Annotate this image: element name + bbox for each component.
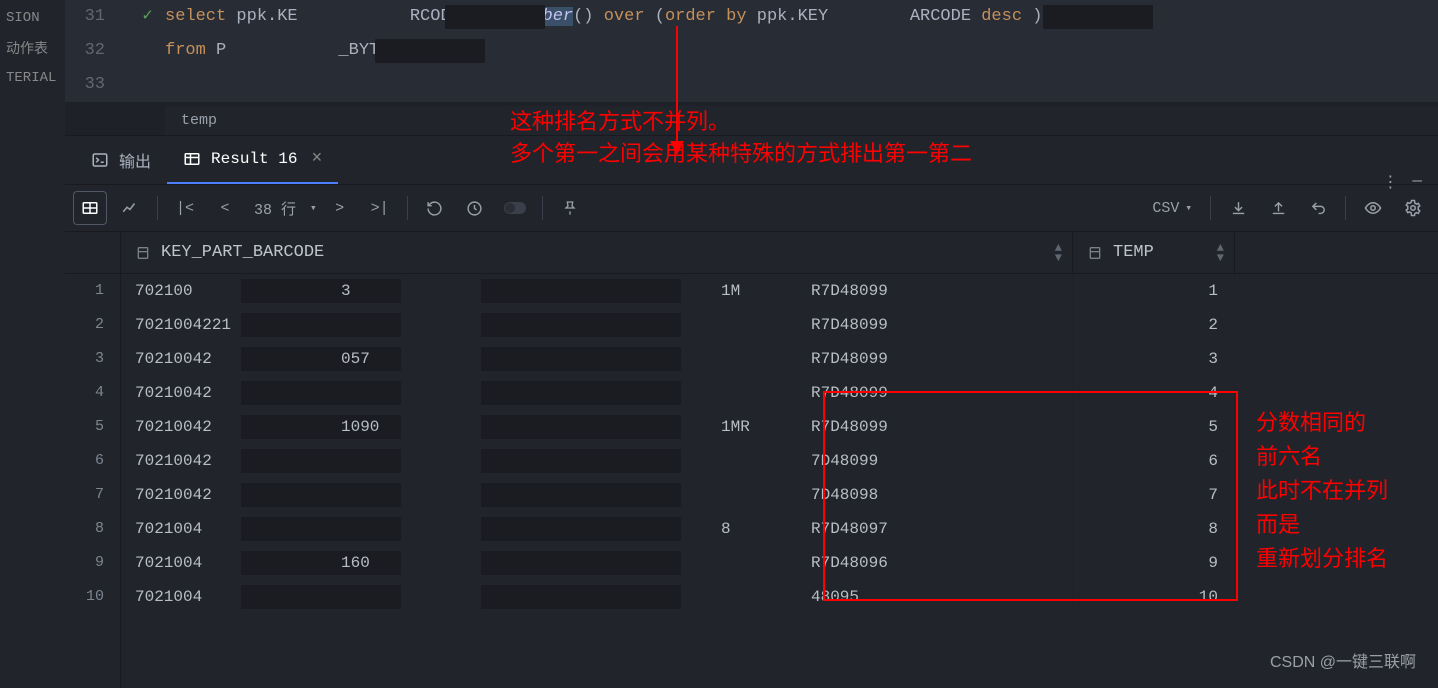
pin-icon[interactable] — [553, 191, 587, 225]
rail-item[interactable]: 动作表 — [0, 32, 65, 64]
export-csv-button[interactable]: CSV▾ — [1144, 200, 1200, 217]
table-row[interactable]: 70210031MR7D480991 — [121, 274, 1438, 308]
eye-icon[interactable] — [1356, 191, 1390, 225]
rail-item[interactable]: SION — [0, 4, 65, 32]
table-row[interactable]: 702100427D480996 — [121, 444, 1438, 478]
results-panel: 输出 Result 16 × 这种排名方式不并列。 多个第一之间会用某种特殊的方… — [65, 135, 1438, 688]
upload-icon[interactable] — [1261, 191, 1295, 225]
column-header[interactable]: TEMP ▲▼ — [1073, 232, 1235, 273]
table-row[interactable]: 702100427D480987 — [121, 478, 1438, 512]
table-row[interactable]: 7021004160R7D480969 — [121, 546, 1438, 580]
column-icon — [135, 245, 151, 261]
rail-item[interactable]: TERIAL — [0, 64, 65, 92]
sql-editor[interactable]: 31✓select ppk.KE RCODE,row_number() over… — [65, 0, 1438, 102]
results-toolbar: |< < 38 行 ▾ > >| C — [65, 184, 1438, 232]
table-row[interactable]: 70210044809510 — [121, 580, 1438, 614]
row-count-label: 38 行 — [248, 198, 302, 219]
revert-icon[interactable] — [1301, 191, 1335, 225]
annotation-top-note: 这种排名方式不并列。 多个第一之间会用某种特殊的方式排出第一第二 — [510, 108, 972, 172]
terminal-icon — [91, 151, 109, 169]
table-row[interactable]: 70210048R7D480978 — [121, 512, 1438, 546]
nav-first-icon[interactable]: |< — [168, 191, 202, 225]
table-row[interactable]: 70210042R7D480994 — [121, 376, 1438, 410]
watermark: CSDN @一键三联啊 — [1270, 648, 1416, 672]
result-tabs: 输出 Result 16 × 这种排名方式不并列。 多个第一之间会用某种特殊的方… — [65, 136, 1438, 184]
annotation-side-note: 分数相同的前六名此时不在并列而是重新划分排名 — [1256, 408, 1388, 578]
left-rail: SION 动作表 TERIAL — [0, 0, 65, 688]
view-chart-icon[interactable] — [113, 191, 147, 225]
tab-result[interactable]: Result 16 × — [167, 136, 338, 184]
row-number-gutter: 12345678910 — [65, 232, 121, 688]
toggle-switch[interactable] — [504, 202, 526, 214]
data-grid[interactable]: KEY_PART_BARCODE ▲▼ TEMP ▲▼ 70210031MR7D… — [121, 232, 1438, 688]
table-row[interactable]: 7021004221R7D480992 — [121, 308, 1438, 342]
settings-icon[interactable] — [1396, 191, 1430, 225]
table-row[interactable]: 7021004210901MRR7D480995 — [121, 410, 1438, 444]
nav-last-icon[interactable]: >| — [363, 191, 397, 225]
tab-output[interactable]: 输出 — [75, 136, 167, 184]
nav-next-icon[interactable]: > — [323, 191, 357, 225]
download-icon[interactable] — [1221, 191, 1255, 225]
table-icon — [183, 150, 201, 168]
close-tab-icon[interactable]: × — [311, 149, 322, 169]
refresh-icon[interactable] — [418, 191, 452, 225]
table-row[interactable]: 70210042057R7D480993 — [121, 342, 1438, 376]
nav-prev-icon[interactable]: < — [208, 191, 242, 225]
sort-icon[interactable]: ▲▼ — [1217, 243, 1224, 263]
history-icon[interactable] — [458, 191, 492, 225]
sort-icon[interactable]: ▲▼ — [1055, 243, 1062, 263]
column-header[interactable]: KEY_PART_BARCODE ▲▼ — [121, 232, 1073, 273]
view-table-icon[interactable] — [73, 191, 107, 225]
chevron-down-icon[interactable]: ▾ — [310, 201, 317, 215]
column-icon — [1087, 245, 1103, 261]
